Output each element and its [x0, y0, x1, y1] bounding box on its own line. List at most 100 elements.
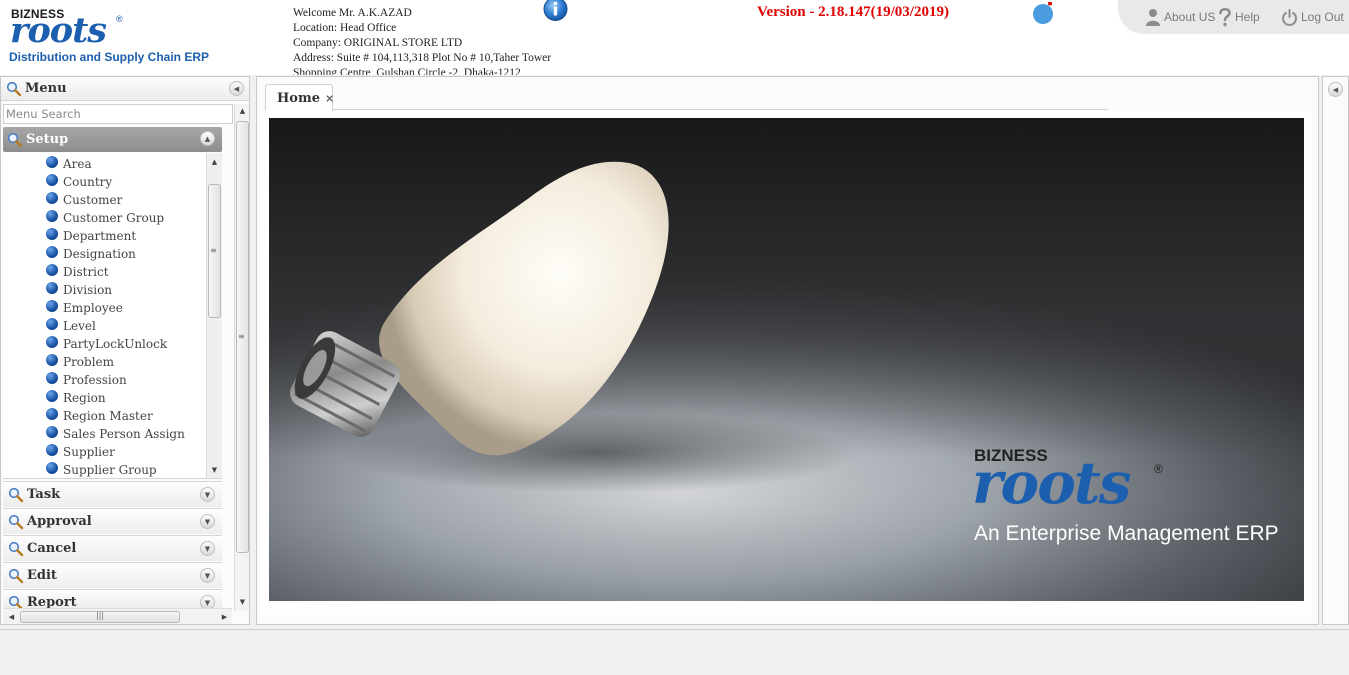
menu-panel: Menu ◀ ▲ ≡ ▼ Setup ▲ Area Country Custom… — [0, 76, 250, 625]
expand-right-panel-button[interactable]: ◀ — [1328, 82, 1343, 97]
setup-collapse-button[interactable]: ▲ — [200, 131, 215, 146]
scroll-grip: ≡ — [238, 332, 245, 341]
menu-item-partylockunlock[interactable]: PartyLockUnlock — [3, 333, 206, 351]
section-approval-title: Approval — [27, 514, 92, 529]
logout-label: Log Out — [1301, 10, 1344, 24]
bullet-icon — [46, 318, 58, 330]
scroll-up-arrow[interactable]: ▲ — [235, 104, 249, 118]
bullet-icon — [46, 264, 58, 276]
banner-brand-script: roots — [972, 449, 1131, 517]
setup-item-list: Area Country Customer Customer Group Dep… — [3, 153, 222, 479]
app-header: BIZNESS roots ® Distribution and Supply … — [0, 0, 1349, 75]
menu-item-customer-group[interactable]: Customer Group — [3, 207, 206, 225]
power-icon — [1282, 8, 1297, 26]
menu-item-customer[interactable]: Customer — [3, 189, 206, 207]
horizontal-scroll-grip: ||| — [96, 611, 105, 620]
tab-home-label: Home — [277, 90, 320, 106]
help-link[interactable]: Help — [1218, 7, 1260, 27]
search-icon — [8, 595, 23, 608]
expand-edit-button[interactable]: ▼ — [200, 568, 215, 583]
menu-item-problem[interactable]: Problem — [3, 351, 206, 369]
menu-item-employee[interactable]: Employee — [3, 297, 206, 315]
section-cancel[interactable]: Cancel ▼ — [3, 535, 222, 561]
logo-tagline: Distribution and Supply Chain ERP — [9, 50, 210, 64]
menu-item-district[interactable]: District — [3, 261, 206, 279]
menu-panel-header: Menu ◀ — [1, 77, 249, 101]
search-icon — [7, 132, 23, 147]
menu-horizontal-scrollbar[interactable]: ◀ ||| ▶ — [3, 608, 232, 624]
section-report[interactable]: Report ▼ — [3, 589, 222, 608]
home-banner-image: BIZNESS roots ® An Enterprise Management… — [269, 118, 1304, 601]
bullet-icon — [46, 426, 58, 438]
menu-item-area[interactable]: Area — [3, 153, 206, 171]
setup-section-header[interactable]: Setup ▲ — [3, 127, 222, 152]
menu-item-sales-person-assign[interactable]: Sales Person Assign — [3, 423, 206, 441]
tab-bar: Home × — [265, 84, 1108, 111]
section-edit-title: Edit — [27, 568, 57, 583]
bullet-icon — [46, 210, 58, 222]
main-content-panel: Home × BIZNESS roots ® An Enterprise Man… — [256, 76, 1319, 625]
setup-scroll-down-arrow[interactable]: ▼ — [207, 463, 222, 477]
section-task-title: Task — [27, 487, 61, 502]
section-cancel-title: Cancel — [27, 541, 77, 556]
banner-brand: BIZNESS roots ® An Enterprise Management… — [972, 446, 1304, 556]
bullet-icon — [46, 228, 58, 240]
bullet-icon — [46, 174, 58, 186]
app-logo[interactable]: BIZNESS roots ® Distribution and Supply … — [8, 5, 228, 67]
info-icon[interactable] — [542, 0, 569, 22]
version-label: Version - 2.18.147(19/03/2019) — [757, 4, 949, 20]
setup-scroll-up-arrow[interactable]: ▲ — [207, 155, 222, 169]
expand-approval-button[interactable]: ▼ — [200, 514, 215, 529]
search-icon — [6, 81, 22, 96]
setup-section-title: Setup — [26, 132, 69, 147]
question-icon — [1219, 7, 1231, 27]
logout-link[interactable]: Log Out — [1281, 7, 1344, 27]
scroll-left-arrow[interactable]: ◀ — [4, 610, 19, 624]
menu-item-department[interactable]: Department — [3, 225, 206, 243]
status-footer — [0, 629, 1349, 675]
menu-item-country[interactable]: Country — [3, 171, 206, 189]
menu-search-input[interactable] — [3, 104, 233, 124]
about-us-link[interactable]: About US — [1145, 7, 1215, 27]
menu-item-level[interactable]: Level — [3, 315, 206, 333]
bullet-icon — [46, 156, 58, 168]
header-links: About US Help Log Out — [1118, 0, 1349, 34]
menu-scrollbar[interactable]: ▲ ≡ ▼ — [234, 104, 249, 611]
right-side-panel: ◀ — [1322, 76, 1349, 625]
menu-item-region[interactable]: Region — [3, 387, 206, 405]
bullet-icon — [46, 408, 58, 420]
tab-home[interactable]: Home × — [265, 84, 334, 111]
banner-tagline: An Enterprise Management ERP — [974, 522, 1279, 545]
menu-item-division[interactable]: Division — [3, 279, 206, 297]
bullet-icon — [46, 282, 58, 294]
expand-report-button[interactable]: ▼ — [200, 595, 215, 608]
section-edit[interactable]: Edit ▼ — [3, 562, 222, 588]
search-icon — [8, 487, 24, 502]
scroll-right-arrow[interactable]: ▶ — [217, 610, 232, 624]
section-task[interactable]: Task ▼ — [3, 481, 222, 507]
bullet-icon — [46, 390, 58, 402]
setup-scroll-grip: ≡ — [210, 246, 217, 255]
bullet-icon — [46, 300, 58, 312]
section-approval[interactable]: Approval ▼ — [3, 508, 222, 534]
bullet-icon — [46, 336, 58, 348]
home-content: BIZNESS roots ® An Enterprise Management… — [261, 111, 1311, 615]
logo-brand-script: roots — [10, 10, 107, 51]
notification-icon[interactable] — [1032, 1, 1054, 24]
address-line-2: Shopping Centre, Gulshan Circle -2, Dhak… — [293, 67, 521, 75]
scroll-down-arrow[interactable]: ▼ — [235, 595, 249, 609]
setup-list-scrollbar[interactable]: ▲ ≡ ▼ — [206, 153, 222, 478]
menu-item-supplier-group[interactable]: Supplier Group — [3, 459, 206, 477]
menu-item-region-master[interactable]: Region Master — [3, 405, 206, 423]
bullet-icon — [46, 246, 58, 258]
address-line-1: Address: Suite # 104,113,318 Plot No # 1… — [293, 52, 552, 64]
menu-item-supplier[interactable]: Supplier — [3, 441, 206, 459]
expand-cancel-button[interactable]: ▼ — [200, 541, 215, 556]
menu-item-profession[interactable]: Profession — [3, 369, 206, 387]
collapse-menu-button[interactable]: ◀ — [229, 81, 244, 96]
menu-item-designation[interactable]: Designation — [3, 243, 206, 261]
expand-task-button[interactable]: ▼ — [200, 487, 215, 502]
bullet-icon — [46, 444, 58, 456]
bullet-icon — [46, 192, 58, 204]
close-icon[interactable]: × — [325, 92, 334, 105]
